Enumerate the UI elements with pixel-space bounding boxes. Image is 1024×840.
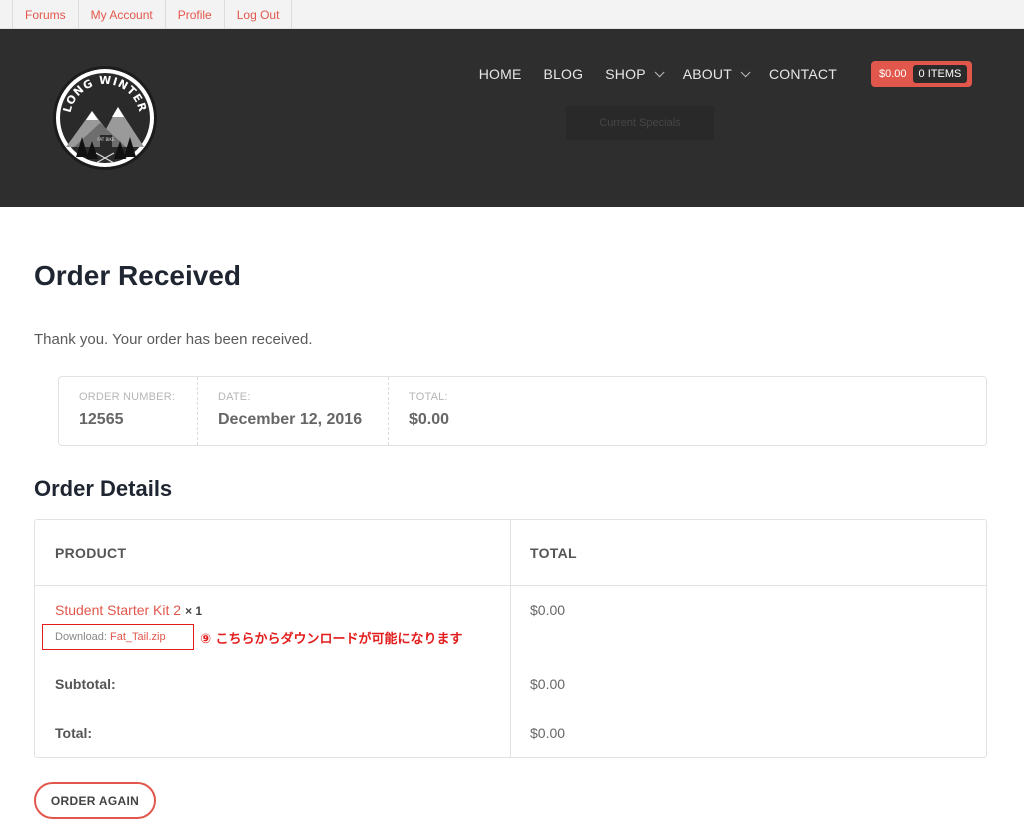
- logout-link[interactable]: Log Out: [223, 0, 293, 29]
- top-links: Forums My Account Profile Log Out: [12, 0, 1024, 29]
- nav-home-label: HOME: [478, 66, 522, 82]
- logo-badge-icon: LONG WINTER FAT BIKE: [53, 66, 157, 170]
- chevron-down-icon: [654, 66, 665, 77]
- order-date-label: DATE:: [218, 391, 251, 403]
- order-total-value: $0.00: [409, 411, 450, 428]
- current-specials-button[interactable]: Current Specials: [566, 106, 714, 140]
- order-summary: ORDER NUMBER: 12565 DATE: December 12, 2…: [58, 376, 987, 446]
- profile-link[interactable]: Profile: [164, 0, 224, 29]
- order-date-value: December 12, 2016: [218, 411, 363, 428]
- column-header-total: TOTAL: [530, 545, 577, 561]
- my-account-link[interactable]: My Account: [77, 0, 165, 29]
- nav-shop-label: SHOP: [605, 66, 646, 82]
- forums-link[interactable]: Forums: [12, 0, 78, 29]
- order-total-cell: TOTAL: $0.00: [389, 377, 473, 445]
- thank-you-message: Thank you. Your order has been received.: [34, 331, 313, 348]
- column-divider: [510, 520, 511, 757]
- nav-about-label: ABOUT: [682, 66, 732, 82]
- order-details-table: PRODUCT TOTAL Student Starter Kit 2 × 1 $…: [34, 519, 987, 758]
- total-value: $0.00: [530, 725, 566, 741]
- cart-amount: $0.00: [879, 68, 907, 80]
- order-number-cell: ORDER NUMBER: 12565: [59, 377, 198, 445]
- order-details-title: Order Details: [34, 476, 173, 501]
- product-quantity: × 1: [185, 604, 203, 618]
- cart-button[interactable]: $0.00 0 ITEMS: [871, 61, 973, 87]
- download-label: Download:: [55, 631, 107, 643]
- chevron-down-icon: [740, 66, 751, 77]
- main-nav: HOME BLOG SHOP ABOUT CONTACT: [468, 65, 848, 83]
- svg-text:FAT BIKE: FAT BIKE: [97, 137, 115, 142]
- download-highlight-box: Download: Fat_Tail.zip: [42, 624, 194, 650]
- order-number-label: ORDER NUMBER:: [79, 391, 176, 403]
- page-title: Order Received: [34, 260, 241, 291]
- order-number-value: 12565: [79, 411, 124, 428]
- nav-shop[interactable]: SHOP: [594, 65, 671, 83]
- cart-items-count: 0 ITEMS: [912, 65, 968, 83]
- annotation-note: ⑨ こちらからダウンロードが可能になります: [200, 632, 463, 647]
- order-total-label: TOTAL:: [409, 391, 448, 403]
- site-logo[interactable]: LONG WINTER FAT BIKE: [52, 65, 158, 171]
- product-row: Student Starter Kit 2 × 1: [55, 602, 202, 618]
- nav-contact[interactable]: CONTACT: [758, 65, 848, 83]
- nav-contact-label: CONTACT: [768, 66, 837, 82]
- nav-blog[interactable]: BLOG: [533, 65, 595, 83]
- site-header: LONG WINTER FAT BIKE HOME BLOG SHOP ABOU…: [0, 29, 1024, 207]
- product-total: $0.00: [530, 602, 566, 618]
- nav-blog-label: BLOG: [543, 66, 584, 82]
- nav-about[interactable]: ABOUT: [672, 65, 758, 83]
- subtotal-value: $0.00: [530, 676, 566, 692]
- header-divider: [35, 585, 986, 586]
- top-utility-bar: Forums My Account Profile Log Out: [0, 0, 1024, 29]
- nav-home[interactable]: HOME: [468, 65, 533, 83]
- total-label: Total:: [55, 725, 93, 741]
- download-file-link[interactable]: Fat_Tail.zip: [110, 631, 166, 643]
- column-header-product: PRODUCT: [55, 545, 127, 561]
- subtotal-label: Subtotal:: [55, 676, 116, 692]
- order-date-cell: DATE: December 12, 2016: [198, 377, 389, 445]
- product-link[interactable]: Student Starter Kit 2: [55, 602, 181, 618]
- order-again-button[interactable]: ORDER AGAIN: [34, 782, 156, 819]
